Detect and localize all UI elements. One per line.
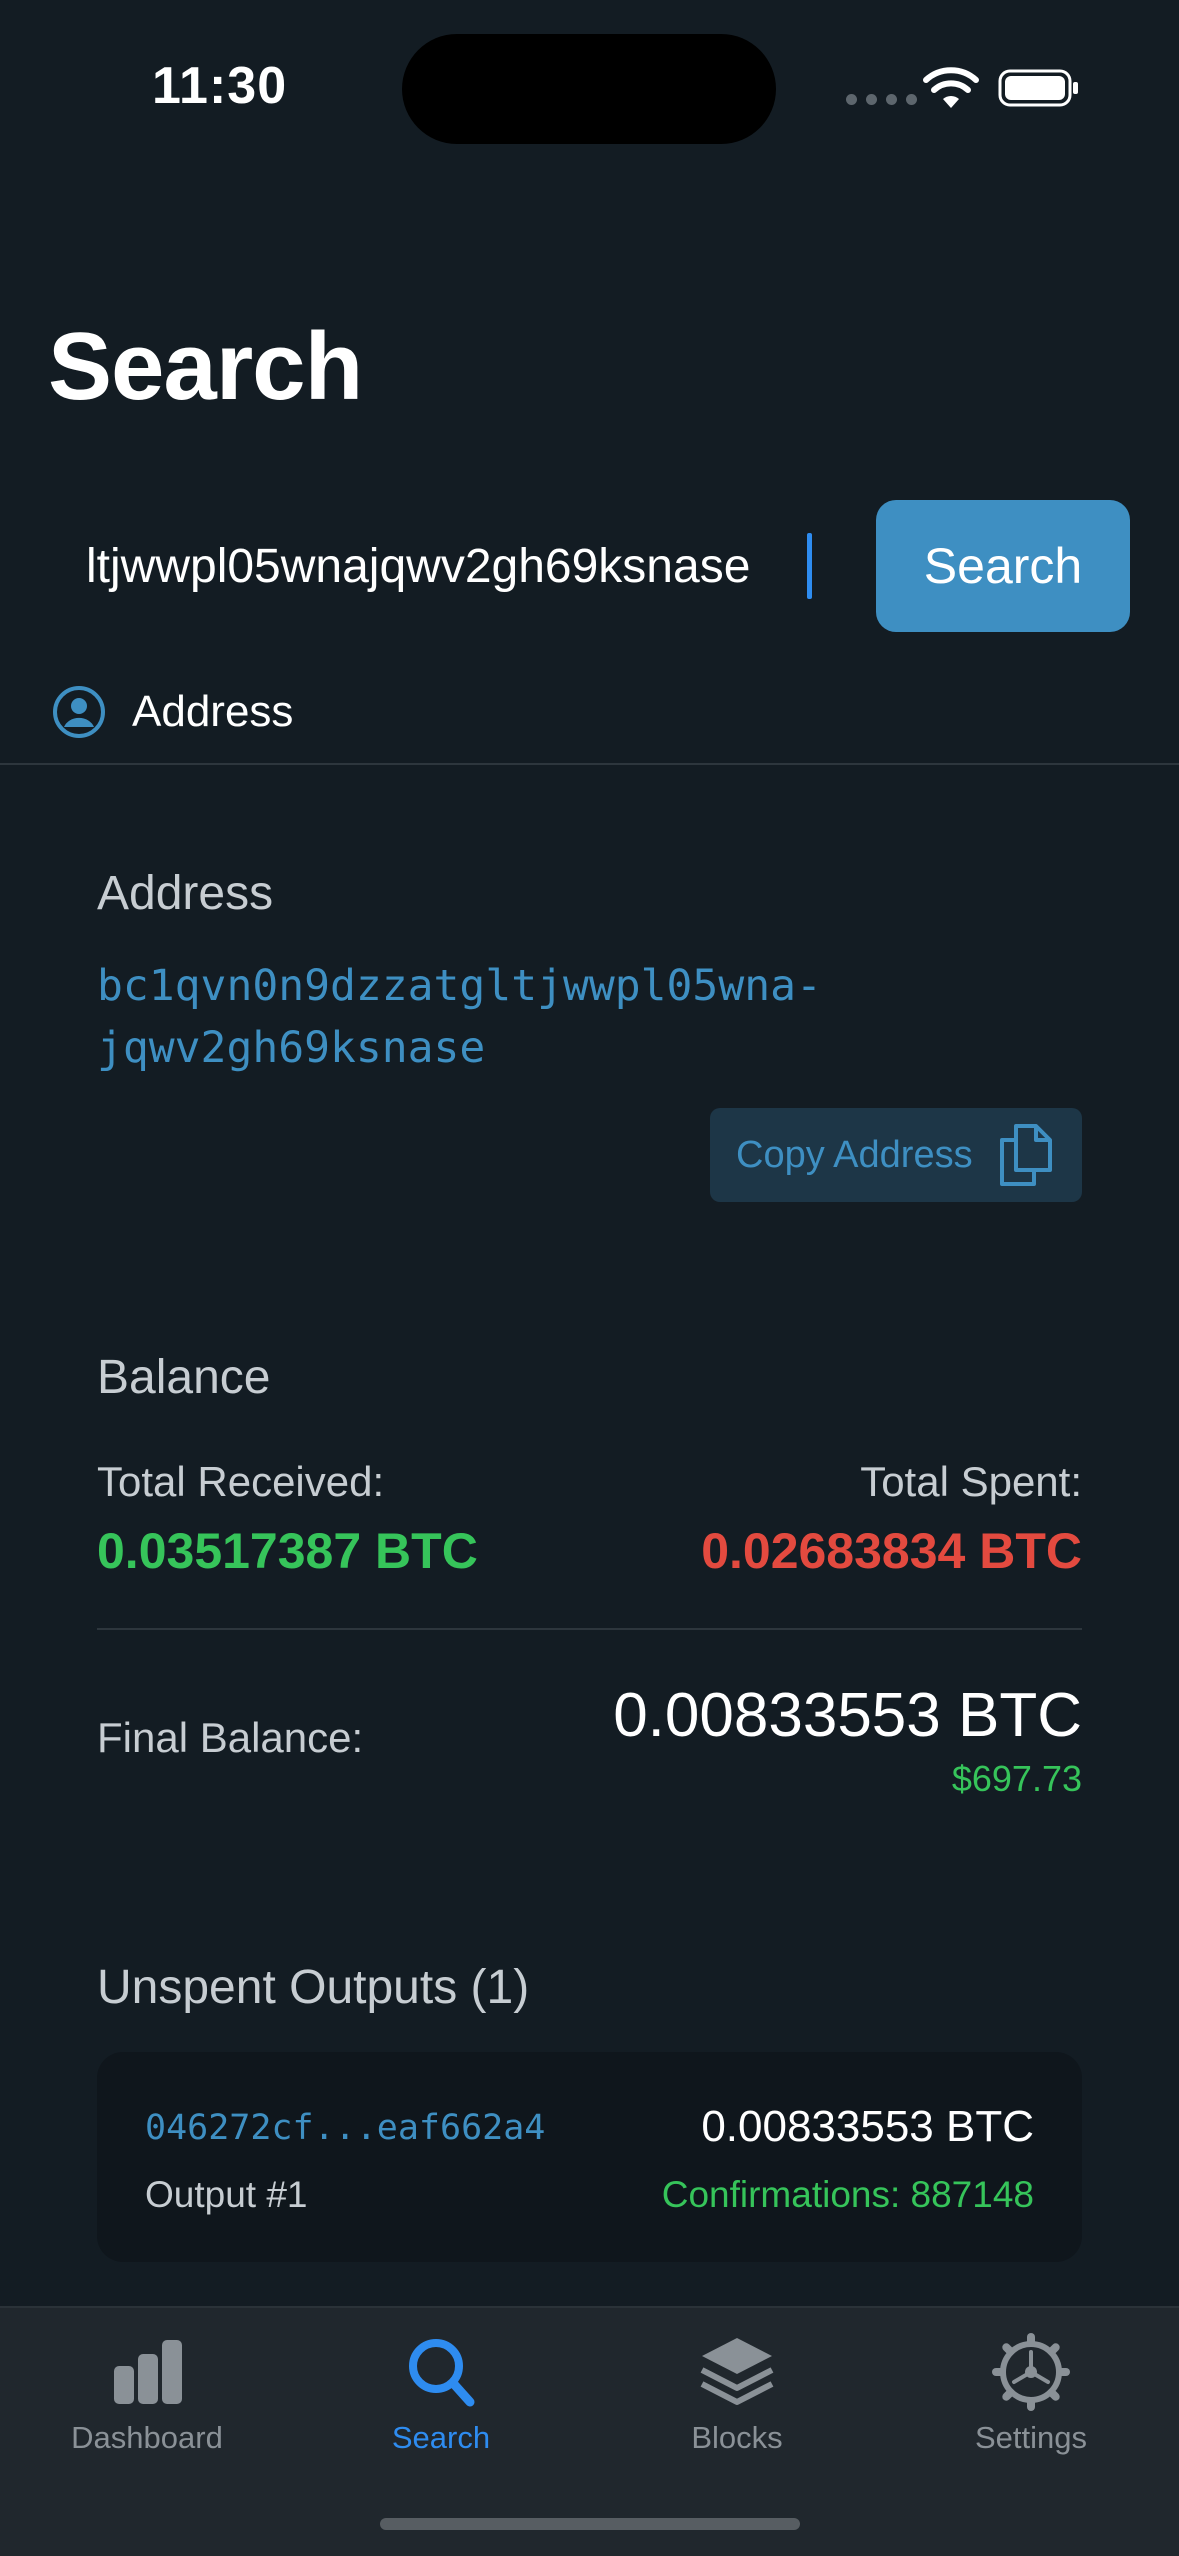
home-indicator[interactable] <box>380 2518 800 2530</box>
gear-icon <box>992 2333 1070 2411</box>
address-heading: Address <box>97 867 274 920</box>
dynamic-island <box>402 34 776 144</box>
tab-dashboard[interactable]: Dashboard <box>0 2308 294 2468</box>
battery-icon <box>998 69 1078 107</box>
divider <box>97 1628 1082 1630</box>
utxo-amount: 0.00833553 BTC <box>701 2102 1034 2151</box>
search-button[interactable]: Search <box>876 500 1130 632</box>
utxo-txid[interactable]: 046272cf...eaf662a4 <box>145 2108 545 2148</box>
total-spent-value: 0.02683834 BTC <box>701 1523 1082 1579</box>
balance-heading: Balance <box>97 1351 271 1404</box>
result-type-indicator: Address <box>52 684 293 740</box>
utxo-output-index: Output #1 <box>145 2174 308 2215</box>
address-line-2: jqwv2gh69ksnase <box>97 1023 486 1073</box>
person-circle-icon <box>53 686 105 738</box>
copy-address-button[interactable]: Copy Address <box>710 1108 1082 1202</box>
copy-icon <box>1000 1124 1052 1186</box>
magnifier-icon <box>409 2339 475 2407</box>
tab-dashboard-label: Dashboard <box>71 2420 223 2455</box>
cellular-signal-icon <box>846 94 917 105</box>
tab-search[interactable]: Search <box>294 2308 588 2468</box>
copy-address-label: Copy Address <box>736 1133 973 1176</box>
total-spent-label: Total Spent: <box>860 1458 1082 1505</box>
stack-icon <box>700 2338 774 2405</box>
status-bar: 11:30 <box>0 0 1179 150</box>
wifi-icon <box>923 67 979 108</box>
utxo-confirmations: Confirmations: 887148 <box>661 2174 1034 2215</box>
search-input[interactable] <box>48 500 818 632</box>
page-title: Search <box>48 313 363 420</box>
tab-settings-label: Settings <box>974 2420 1087 2455</box>
address-line-1: bc1qvn0n9dzzatgltjwwpl05wna- <box>97 961 822 1011</box>
final-balance-value: 0.00833553 BTC <box>613 1681 1082 1750</box>
tab-blocks[interactable]: Blocks <box>590 2308 884 2468</box>
divider <box>0 763 1179 765</box>
text-cursor <box>807 533 812 599</box>
total-received-value: 0.03517387 BTC <box>97 1523 478 1579</box>
unspent-outputs-heading: Unspent Outputs (1) <box>97 1961 530 2014</box>
final-balance-fiat: $697.73 <box>951 1758 1082 1799</box>
address-value[interactable]: bc1qvn0n9dzzatgltjwwpl05wna- jqwv2gh69ks… <box>97 955 997 1079</box>
status-time: 11:30 <box>152 57 288 115</box>
tab-settings[interactable]: Settings <box>884 2308 1178 2468</box>
total-received-label: Total Received: <box>97 1458 385 1505</box>
tab-blocks-label: Blocks <box>691 2420 783 2455</box>
tab-search-label: Search <box>391 2420 491 2455</box>
final-balance-label: Final Balance: <box>97 1714 364 1761</box>
result-type-label: Address <box>132 687 294 736</box>
utxo-card[interactable]: 046272cf...eaf662a4 0.00833553 BTC Outpu… <box>97 2052 1082 2262</box>
bar-chart-icon <box>114 2340 182 2404</box>
